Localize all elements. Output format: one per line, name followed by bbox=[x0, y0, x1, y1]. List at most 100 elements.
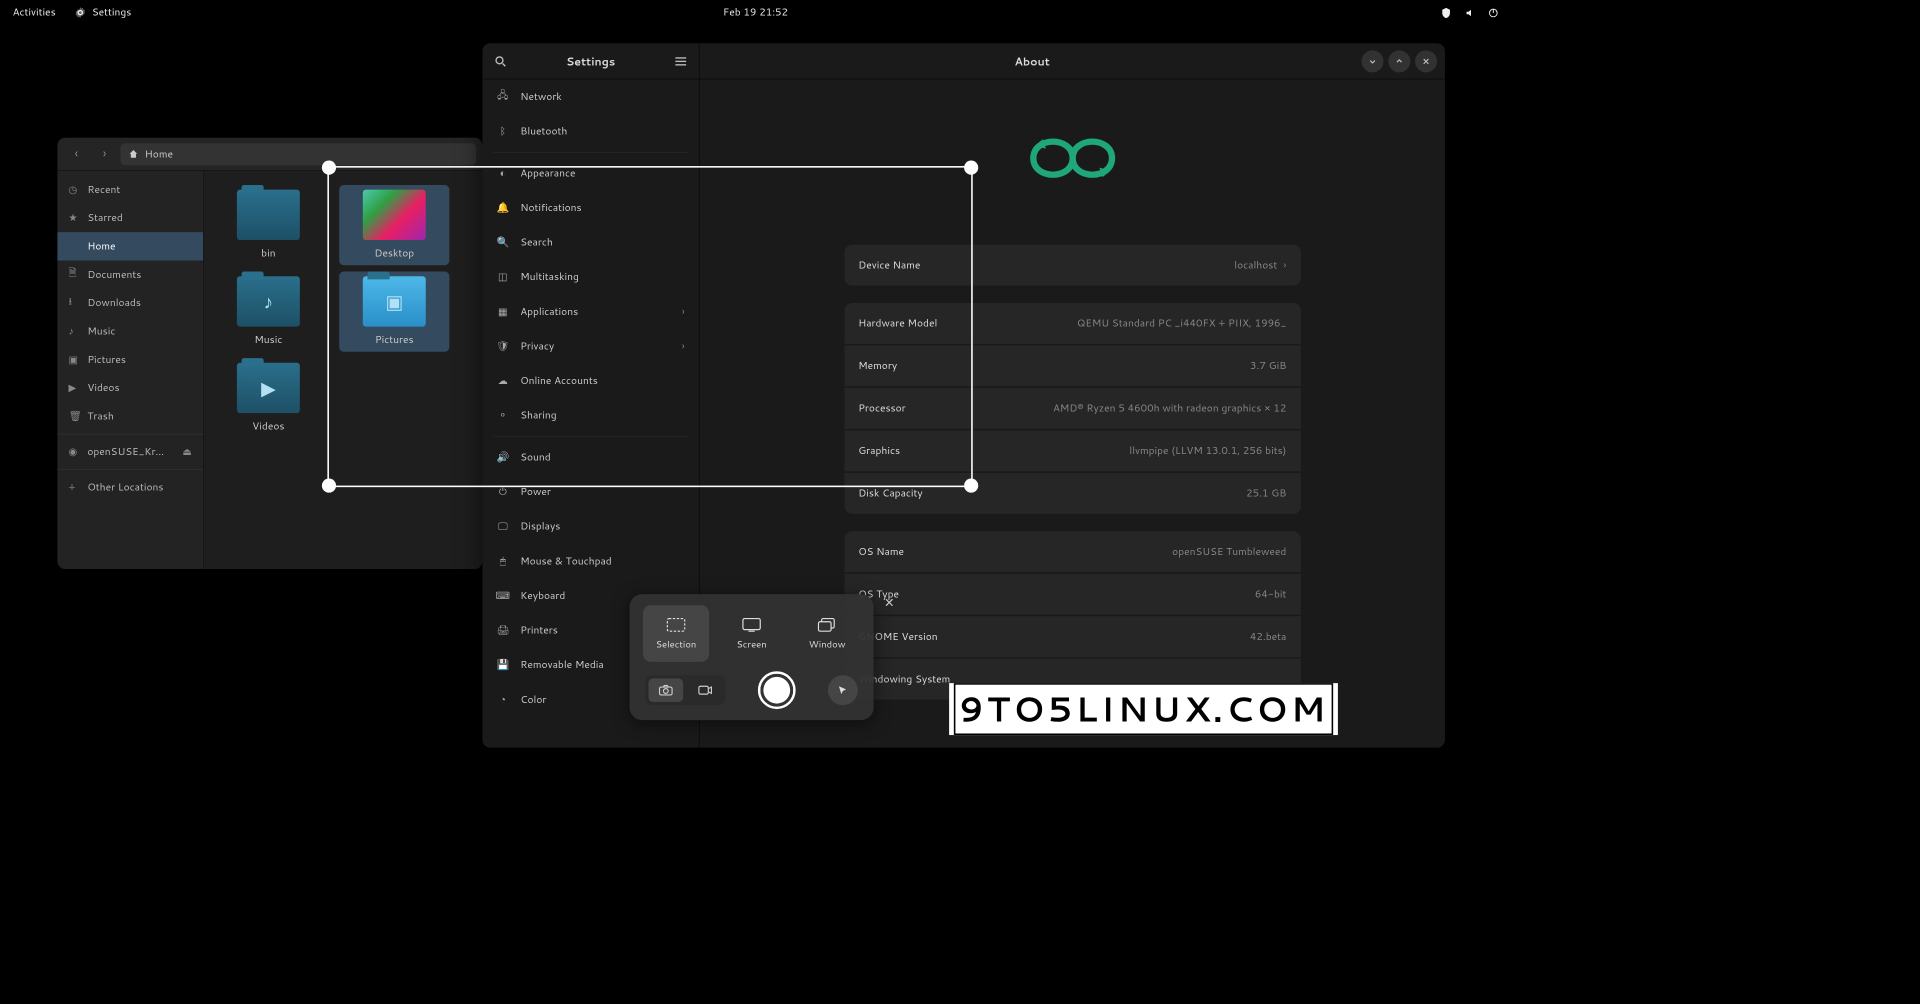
app-menu[interactable]: Settings bbox=[75, 6, 132, 20]
nav-network[interactable]: 🖧Network bbox=[482, 79, 698, 114]
sidebar-documents[interactable]: 🗎Documents bbox=[57, 260, 203, 288]
sidebar-downloads[interactable]: ⭳Downloads bbox=[57, 289, 203, 317]
nav-privacy[interactable]: 🛡Privacy› bbox=[482, 329, 698, 364]
sidebar-other-locations[interactable]: +Other Locations bbox=[57, 473, 203, 501]
shield-icon[interactable] bbox=[1440, 7, 1451, 18]
eject-icon[interactable]: ⏏ bbox=[182, 445, 192, 459]
nav-sound[interactable]: 🔊Sound bbox=[482, 440, 698, 475]
sidebar-disk[interactable]: ◉openSUSE_Kr…⏏ bbox=[57, 438, 203, 466]
activities-button[interactable]: Activities bbox=[13, 6, 56, 20]
volume-icon[interactable] bbox=[1464, 7, 1475, 18]
download-icon: ⭳ bbox=[68, 294, 79, 311]
row-processor: ProcessorAMD® Ryzen 5 4600h with radeon … bbox=[844, 388, 1300, 429]
trash-icon: 🗑 bbox=[68, 409, 79, 423]
nav-appearance[interactable]: ◐Appearance bbox=[482, 156, 698, 191]
nav-bluetooth[interactable]: ᛒBluetooth bbox=[482, 114, 698, 149]
privacy-icon: 🛡 bbox=[497, 339, 510, 353]
nav-notifications[interactable]: 🔔Notifications bbox=[482, 190, 698, 225]
folder-desktop[interactable]: Desktop bbox=[339, 185, 449, 265]
files-window: ‹ › Home ◷Recent ★Starred Home 🗎Document… bbox=[57, 138, 482, 569]
toggle-screencast[interactable] bbox=[688, 678, 723, 702]
window-icon bbox=[816, 617, 838, 633]
hamburger-button[interactable] bbox=[671, 51, 691, 71]
multitasking-icon: ◫ bbox=[497, 270, 510, 284]
nav-mouse[interactable]: 🖱Mouse & Touchpad bbox=[482, 544, 698, 579]
nav-power[interactable]: ⏻Power bbox=[482, 475, 698, 510]
toggle-screenshot[interactable] bbox=[648, 678, 683, 702]
sidebar-home[interactable]: Home bbox=[57, 232, 203, 260]
screenshot-close-button[interactable]: ✕ bbox=[880, 593, 899, 612]
sidebar-recent[interactable]: ◷Recent bbox=[57, 176, 203, 204]
folder-videos[interactable]: ▶Videos bbox=[213, 358, 323, 438]
row-hardware-model: Hardware ModelQEMU Standard PC _i440FX +… bbox=[844, 303, 1300, 344]
nav-search[interactable]: 🔍Search bbox=[482, 225, 698, 260]
row-os-type: OS Type64-bit bbox=[844, 574, 1300, 615]
sidebar-videos[interactable]: ▶Videos bbox=[57, 374, 203, 402]
row-gnome-version: GNOME Version42.beta bbox=[844, 616, 1300, 657]
path-bar[interactable]: Home bbox=[120, 143, 476, 165]
document-icon: 🗎 bbox=[68, 266, 79, 283]
files-content: bin Desktop ♪Music ▣Pictures ▶Videos bbox=[204, 171, 483, 569]
nav-applications[interactable]: ▦Applications› bbox=[482, 294, 698, 329]
power-icon: ⏻ bbox=[497, 485, 510, 499]
appearance-icon: ◐ bbox=[497, 166, 510, 180]
sidebar-pictures[interactable]: ▣Pictures bbox=[57, 345, 203, 373]
display-icon: 🖵 bbox=[497, 519, 510, 533]
minimize-button[interactable] bbox=[1362, 50, 1384, 72]
settings-search-button[interactable] bbox=[490, 51, 510, 71]
accounts-icon: ☁ bbox=[497, 374, 510, 388]
gear-icon bbox=[75, 7, 86, 18]
maximize-button[interactable] bbox=[1388, 50, 1410, 72]
desktop-icon bbox=[363, 190, 426, 240]
removable-icon: 💾 bbox=[497, 658, 510, 672]
sidebar-starred[interactable]: ★Starred bbox=[57, 204, 203, 232]
nav-online-accounts[interactable]: ☁Online Accounts bbox=[482, 364, 698, 399]
folder-pictures[interactable]: ▣Pictures bbox=[339, 272, 449, 352]
settings-title: Settings bbox=[511, 53, 671, 69]
nav-sharing[interactable]: ⚬Sharing bbox=[482, 398, 698, 433]
star-icon: ★ bbox=[68, 211, 79, 225]
folder-icon: ♪ bbox=[237, 276, 300, 326]
home-icon bbox=[128, 149, 138, 159]
color-icon: ◔ bbox=[497, 693, 510, 707]
capture-button[interactable] bbox=[758, 671, 796, 709]
show-pointer-toggle[interactable] bbox=[828, 675, 858, 705]
network-icon: 🖧 bbox=[497, 88, 510, 105]
bluetooth-icon: ᛒ bbox=[497, 124, 510, 138]
search-icon: 🔍 bbox=[497, 235, 510, 249]
mouse-icon: 🖱 bbox=[497, 554, 510, 568]
mode-screen[interactable]: Screen bbox=[719, 605, 785, 662]
forward-button[interactable]: › bbox=[92, 143, 117, 165]
sidebar-music[interactable]: ♪Music bbox=[57, 317, 203, 345]
files-sidebar: ◷Recent ★Starred Home 🗎Documents ⭳Downlo… bbox=[57, 171, 203, 569]
mode-window[interactable]: Window bbox=[794, 605, 860, 662]
watermark: 9TO5LINUX.COM bbox=[949, 683, 1337, 735]
screen-icon bbox=[741, 617, 763, 633]
row-memory: Memory3.7 GiB bbox=[844, 345, 1300, 386]
sidebar-trash[interactable]: 🗑Trash bbox=[57, 402, 203, 430]
selection-icon bbox=[665, 617, 687, 633]
mode-selection[interactable]: Selection bbox=[643, 605, 709, 662]
folder-music[interactable]: ♪Music bbox=[213, 272, 323, 352]
top-bar: Activities Settings Feb 19 21:52 bbox=[0, 0, 1511, 25]
chevron-right-icon: › bbox=[1284, 258, 1287, 272]
capture-type-toggle bbox=[645, 675, 725, 705]
clock[interactable]: Feb 19 21:52 bbox=[723, 6, 788, 20]
app-menu-label: Settings bbox=[92, 6, 131, 20]
printer-icon: 🖨 bbox=[497, 623, 510, 637]
back-button[interactable]: ‹ bbox=[64, 143, 89, 165]
disk-icon: ◉ bbox=[68, 445, 79, 459]
nav-displays[interactable]: 🖵Displays bbox=[482, 509, 698, 544]
bell-icon: 🔔 bbox=[497, 201, 510, 215]
apps-icon: ▦ bbox=[497, 305, 510, 319]
folder-icon: ▶ bbox=[237, 363, 300, 413]
power-icon[interactable] bbox=[1487, 7, 1498, 18]
close-button[interactable] bbox=[1415, 50, 1437, 72]
row-device-name[interactable]: Device Namelocalhost› bbox=[844, 245, 1300, 286]
chevron-right-icon: › bbox=[682, 305, 685, 319]
plus-icon: + bbox=[68, 480, 79, 494]
folder-icon bbox=[237, 190, 300, 240]
folder-bin[interactable]: bin bbox=[213, 185, 323, 265]
os-logo bbox=[994, 119, 1151, 198]
nav-multitasking[interactable]: ◫Multitasking bbox=[482, 260, 698, 295]
